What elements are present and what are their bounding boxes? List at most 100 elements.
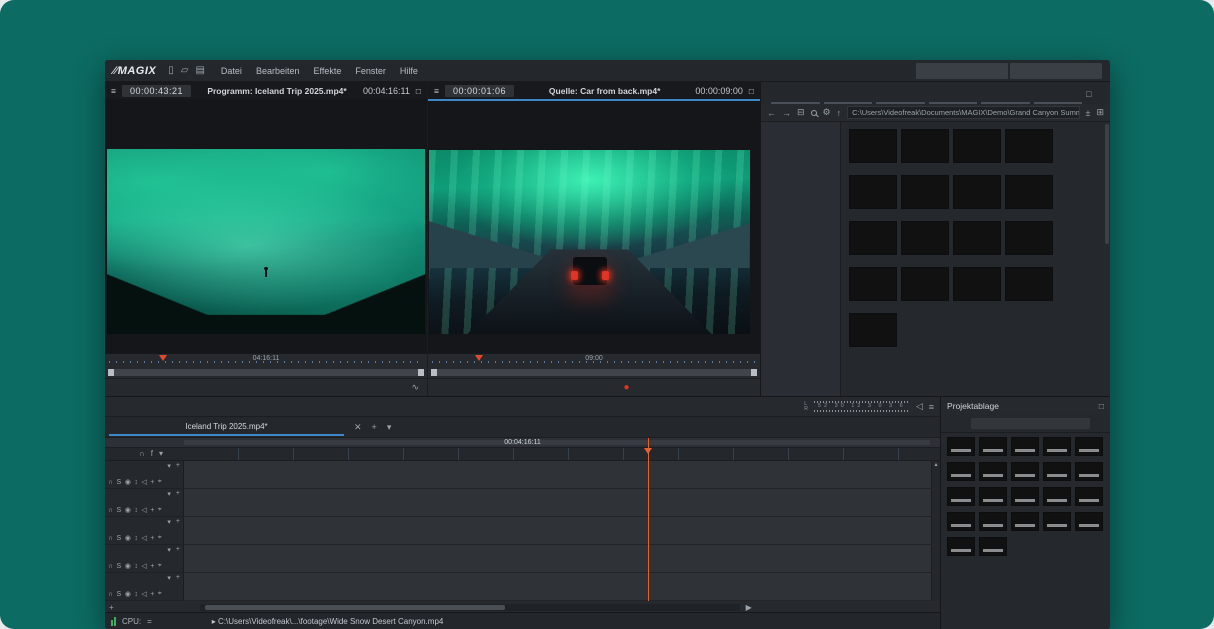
- detach-bin-icon[interactable]: □: [1099, 401, 1104, 411]
- track-mute-icon[interactable]: ◁: [141, 562, 146, 570]
- save-project-icon[interactable]: ▤: [195, 65, 204, 76]
- media-item[interactable]: ▶ [ ] ↲: [951, 219, 1003, 259]
- menu-item[interactable]: Fenster: [355, 66, 386, 76]
- timeline-track-lane[interactable]: [184, 573, 940, 601]
- track-mute-icon[interactable]: ◁: [141, 478, 146, 486]
- browser-tab[interactable]: [771, 95, 820, 104]
- track-solo-icon[interactable]: S: [117, 507, 122, 514]
- bin-item[interactable]: [1041, 512, 1073, 532]
- timeline-ruler[interactable]: ∩ f ▾: [105, 448, 940, 461]
- folder-up-icon[interactable]: ↑: [837, 108, 842, 118]
- project-tab[interactable]: Iceland Trip 2025.mp4*: [109, 418, 344, 436]
- track-header[interactable]: ▾ + ∩ S ◉ ↕ ◁ + ⌖: [105, 461, 184, 489]
- timeline-view-button[interactable]: [884, 421, 898, 434]
- track-record-icon[interactable]: +: [150, 535, 154, 542]
- track-record-icon[interactable]: +: [150, 479, 154, 486]
- sidebar-item[interactable]: [761, 174, 840, 190]
- bin-item[interactable]: [1009, 462, 1041, 482]
- bin-item[interactable]: [1009, 512, 1041, 532]
- timeline-vscrollbar[interactable]: ▴: [931, 461, 940, 601]
- bin-item[interactable]: [1041, 437, 1073, 457]
- source-scrubber[interactable]: [428, 366, 760, 378]
- media-item[interactable]: ▶ [ ] ↲: [951, 173, 1003, 213]
- timeline-overview-bar[interactable]: 00:04:16:11: [105, 438, 940, 448]
- sidebar-item[interactable]: [761, 142, 840, 158]
- track-height-icon[interactable]: ↕: [134, 479, 138, 486]
- track-height-icon[interactable]: ↕: [134, 563, 138, 570]
- source-video-stage[interactable]: [428, 99, 760, 353]
- bin-item[interactable]: [1073, 462, 1105, 482]
- track-target-icon[interactable]: ⌖: [158, 562, 162, 570]
- bin-item[interactable]: [945, 537, 977, 557]
- track-target-icon[interactable]: ⌖: [158, 478, 162, 486]
- bin-item[interactable]: [977, 437, 1009, 457]
- media-item[interactable]: ▶ [ ] ↲: [847, 219, 899, 259]
- track-options-icon[interactable]: ▾: [159, 449, 163, 458]
- menu-item[interactable]: Effekte: [313, 66, 341, 76]
- media-item[interactable]: ▶ [ ] ↲: [1003, 219, 1055, 259]
- search-icon[interactable]: [811, 110, 817, 116]
- media-item[interactable]: ▶ [ ] ↲: [899, 265, 951, 305]
- timeline-track-lane[interactable]: [184, 489, 940, 517]
- grid-view-icon[interactable]: ⊞: [1096, 107, 1104, 118]
- timeline-view-button[interactable]: [918, 421, 932, 434]
- track-mute-icon[interactable]: ◁: [141, 590, 146, 598]
- track-record-icon[interactable]: +: [150, 563, 154, 570]
- program-timecode[interactable]: 00:00:43:21: [122, 85, 191, 97]
- sidebar-item[interactable]: [761, 158, 840, 174]
- track-menu-icon[interactable]: ▾: [167, 574, 171, 582]
- source-video[interactable]: [429, 150, 750, 334]
- bin-item[interactable]: [945, 512, 977, 532]
- menu-item[interactable]: Datei: [221, 66, 242, 76]
- track-visibility-icon[interactable]: ◉: [125, 506, 131, 514]
- track-menu-icon[interactable]: ▾: [167, 518, 171, 526]
- add-project-icon[interactable]: +: [372, 422, 377, 432]
- browser-scrollbar[interactable]: [1105, 124, 1109, 244]
- bin-item[interactable]: [1009, 437, 1041, 457]
- track-menu-icon[interactable]: ▾: [167, 462, 171, 470]
- new-project-icon[interactable]: ▯: [168, 65, 174, 76]
- track-solo-icon[interactable]: S: [117, 591, 122, 598]
- track-header[interactable]: ▾ + ∩ S ◉ ↕ ◁ + ⌖: [105, 573, 184, 601]
- close-project-icon[interactable]: ✕: [354, 422, 362, 433]
- track-header[interactable]: ▾ + ∩ S ◉ ↕ ◁ + ⌖: [105, 489, 184, 517]
- source-playhead[interactable]: [475, 355, 483, 361]
- monitor-menu-icon[interactable]: ≡: [111, 86, 116, 96]
- track-record-icon[interactable]: +: [150, 507, 154, 514]
- bin-item[interactable]: [977, 462, 1009, 482]
- bin-item[interactable]: [1073, 487, 1105, 507]
- lock-all-icon[interactable]: ∩: [139, 449, 145, 458]
- track-visibility-icon[interactable]: ◉: [125, 534, 131, 542]
- browser-tab[interactable]: [824, 95, 873, 104]
- program-video[interactable]: [107, 149, 425, 334]
- media-item[interactable]: ▶ [ ] ↲: [847, 265, 899, 305]
- media-item[interactable]: ▶ [ ] ↲: [847, 127, 899, 167]
- gear-icon[interactable]: ⚙: [823, 107, 831, 118]
- media-item[interactable]: ▶ [ ] ↲: [1003, 173, 1055, 213]
- track-fx-icon[interactable]: f: [151, 449, 153, 458]
- browser-tab[interactable]: [981, 95, 1030, 104]
- track-menu-icon[interactable]: ▾: [167, 490, 171, 498]
- sidebar-item[interactable]: [761, 190, 840, 206]
- open-project-icon[interactable]: ▱: [181, 65, 189, 76]
- browser-tab[interactable]: [929, 95, 978, 104]
- mode-button[interactable]: [1010, 63, 1102, 79]
- monitor-menu-icon[interactable]: ≡: [434, 86, 439, 96]
- media-item[interactable]: ▶ [ ] ↲: [1003, 265, 1055, 305]
- bin-item[interactable]: [1073, 437, 1105, 457]
- source-timecode[interactable]: 00:00:01:06: [445, 85, 514, 97]
- record-button[interactable]: ●: [623, 382, 629, 393]
- detach-panel-icon[interactable]: □: [1086, 89, 1100, 104]
- track-menu-icon[interactable]: ▾: [167, 546, 171, 554]
- track-target-icon[interactable]: ⌖: [158, 534, 162, 542]
- media-item[interactable]: ▶ [ ] ↲: [1003, 127, 1055, 167]
- bin-item[interactable]: [1073, 512, 1105, 532]
- media-item[interactable]: ▶ [ ] ↲: [899, 127, 951, 167]
- media-item[interactable]: ▶ [ ] ↲: [951, 127, 1003, 167]
- import-selection-icon[interactable]: ±: [1086, 108, 1091, 118]
- detach-monitor-icon[interactable]: □: [749, 86, 754, 96]
- track-lock-icon[interactable]: ∩: [108, 507, 113, 514]
- detach-monitor-icon[interactable]: □: [416, 86, 421, 96]
- program-scrubber[interactable]: [105, 366, 427, 378]
- track-solo-icon[interactable]: S: [117, 563, 122, 570]
